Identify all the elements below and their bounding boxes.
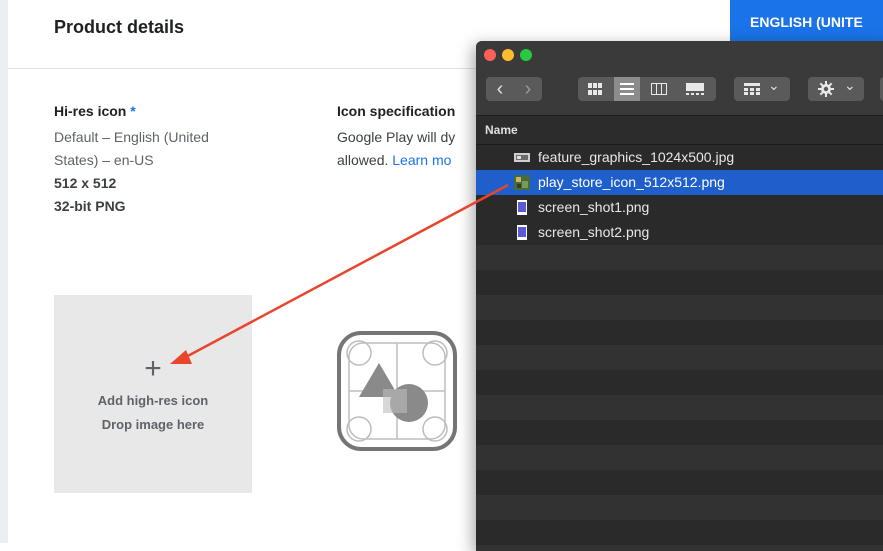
page-title: Product details (54, 17, 185, 37)
file-row-selected[interactable]: play_store_icon_512x512.png (476, 170, 883, 195)
file-row[interactable]: screen_shot2.png (476, 220, 883, 245)
file-list: feature_graphics_1024x500.jpg play_store… (476, 145, 883, 551)
zoom-window-button[interactable] (520, 49, 532, 61)
empty-row (476, 495, 883, 520)
hires-icon-label: Hi-res icon (54, 103, 127, 119)
finder-window[interactable]: ‹ › ⌄ ⌄ Name feature_graphics_1024x500.j… (476, 41, 883, 551)
back-button[interactable]: ‹ (486, 77, 514, 101)
hires-icon-description: Default – English (United States) – en-U… (54, 126, 264, 218)
empty-row (476, 545, 883, 551)
language-button[interactable]: ENGLISH (UNITE (730, 0, 883, 44)
gallery-view-button[interactable] (678, 77, 712, 101)
action-button[interactable]: ⌄ (808, 77, 864, 101)
file-name: feature_graphics_1024x500.jpg (538, 149, 735, 165)
empty-row (476, 520, 883, 545)
required-mark: * (130, 103, 136, 119)
plus-icon: + (144, 352, 162, 385)
file-row[interactable]: screen_shot1.png (476, 195, 883, 220)
gallery-icon (686, 83, 704, 95)
icon-spec-title: Icon specification (337, 103, 456, 119)
image-thumbnail-icon (514, 175, 530, 190)
file-name: play_store_icon_512x512.png (538, 174, 725, 190)
empty-row (476, 320, 883, 345)
empty-row (476, 245, 883, 270)
name-column-label: Name (485, 123, 518, 137)
file-name: screen_shot2.png (538, 224, 650, 240)
left-rail (0, 0, 8, 543)
hires-icon-title: Hi-res icon * (54, 103, 136, 119)
view-mode-buttons (578, 77, 716, 101)
file-row[interactable]: feature_graphics_1024x500.jpg (476, 145, 883, 170)
icon-spec-line-1: Google Play will dy (337, 129, 456, 145)
drop-image-label: Drop image here (101, 417, 205, 432)
icon-view-button[interactable] (582, 77, 608, 101)
finder-toolbar: ‹ › ⌄ ⌄ (476, 41, 883, 116)
language-line-1: Default – English (United (54, 129, 209, 145)
icon-format: 32-bit PNG (54, 198, 126, 214)
hires-icon-drop-zone[interactable]: + Add high-res icon Drop image here (54, 295, 252, 493)
minimize-window-button[interactable] (502, 49, 514, 61)
forward-button[interactable]: › (514, 77, 542, 101)
chevron-down-icon: ⌄ (844, 77, 856, 93)
group-grid-icon (744, 83, 760, 95)
grid-icon (588, 83, 602, 95)
add-icon-label: Add high-res icon (97, 393, 209, 408)
icon-spec-line-2: allowed. (337, 152, 393, 168)
language-line-2: States) – en-US (54, 152, 154, 168)
icon-size: 512 x 512 (54, 175, 117, 191)
empty-row (476, 395, 883, 420)
name-column-header[interactable]: Name (476, 116, 883, 145)
chevron-down-icon: ⌄ (768, 77, 780, 93)
phone-screenshot-icon (517, 225, 527, 240)
gear-icon (818, 81, 834, 97)
close-window-button[interactable] (484, 49, 496, 61)
icon-spec-text: Google Play will dy allowed. Learn mo (337, 126, 455, 172)
empty-row (476, 370, 883, 395)
back-forward-buttons: ‹ › (486, 77, 542, 101)
list-icon (620, 83, 634, 95)
empty-row (476, 420, 883, 445)
landscape-image-icon (514, 153, 530, 162)
empty-row (476, 345, 883, 370)
empty-row (476, 470, 883, 495)
app-icon-placeholder (337, 331, 457, 451)
columns-icon (651, 83, 667, 95)
empty-row (476, 445, 883, 470)
column-view-button[interactable] (646, 77, 672, 101)
phone-screenshot-icon (517, 200, 527, 215)
file-name: screen_shot1.png (538, 199, 650, 215)
empty-row (476, 295, 883, 320)
learn-more-link[interactable]: Learn mo (392, 152, 451, 168)
group-button[interactable]: ⌄ (734, 77, 790, 101)
empty-row (476, 270, 883, 295)
list-view-button[interactable] (614, 77, 640, 101)
